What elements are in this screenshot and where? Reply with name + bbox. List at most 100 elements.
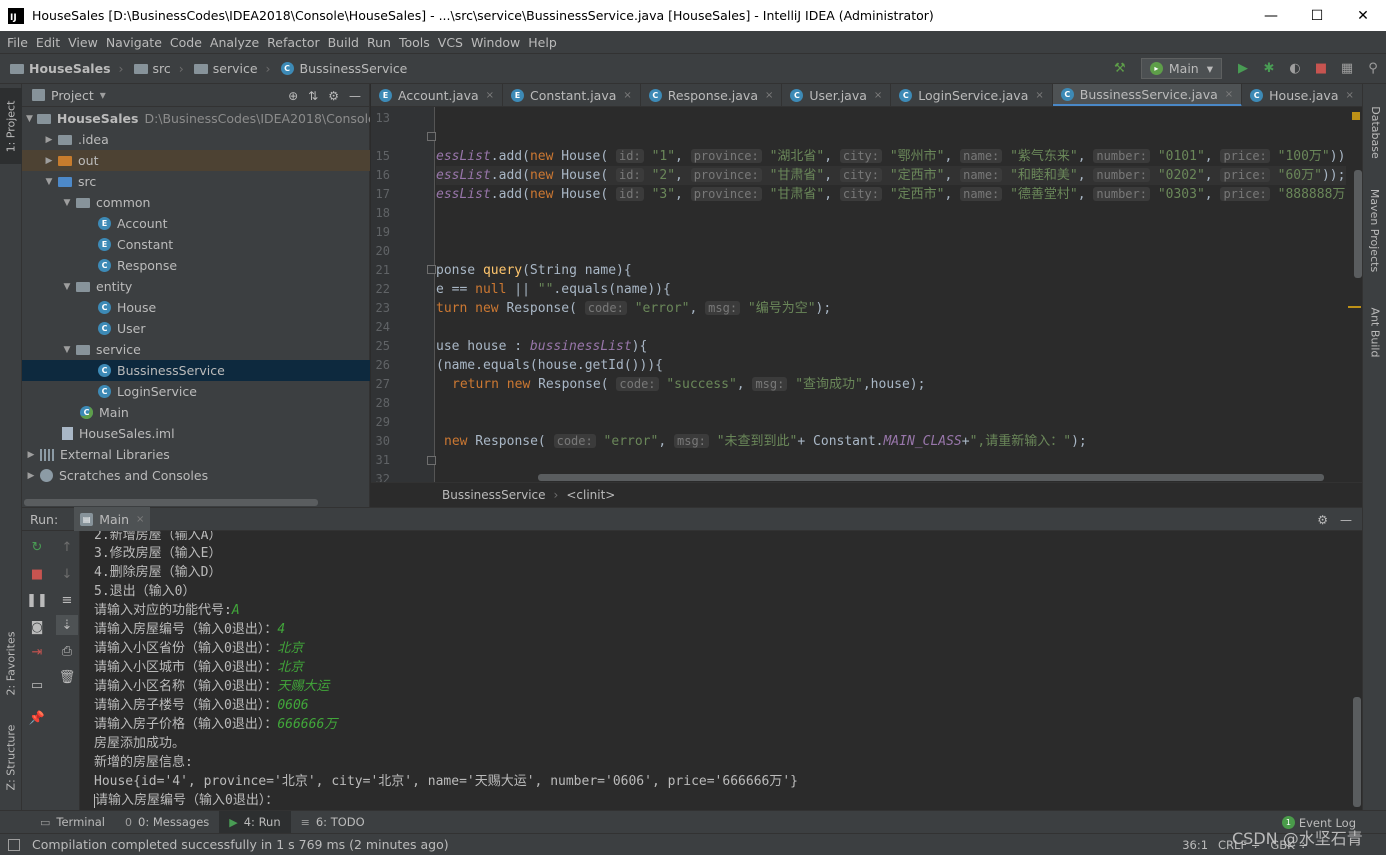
collapse-all-icon[interactable]: ⇅ bbox=[308, 89, 318, 103]
warning-stripe-marker[interactable] bbox=[1348, 306, 1361, 308]
expand-arrow-icon[interactable]: ▶ bbox=[44, 135, 54, 145]
project-tool-tab[interactable]: 1: Project bbox=[0, 88, 22, 164]
tree-item-house[interactable]: C House bbox=[22, 297, 370, 318]
tab-messages[interactable]: 0 0: Messages bbox=[115, 811, 219, 834]
tab-user-java[interactable]: C User.java × bbox=[782, 84, 892, 106]
tab-run[interactable]: ▶ 4: Run bbox=[219, 810, 291, 834]
build-hammer-icon[interactable]: ⚒ bbox=[1109, 58, 1131, 80]
tree-item-bussinessservice[interactable]: C BussinessService bbox=[22, 360, 370, 381]
coverage-icon[interactable]: ◐ bbox=[1284, 58, 1306, 80]
tree-item-service[interactable]: ▼ service bbox=[22, 339, 370, 360]
minimize-button[interactable]: — bbox=[1248, 0, 1294, 31]
run-icon[interactable]: ▶ bbox=[1232, 58, 1254, 80]
exit-icon[interactable]: ⇥ bbox=[26, 642, 48, 662]
menu-edit[interactable]: Edit bbox=[32, 35, 64, 50]
menu-help[interactable]: Help bbox=[524, 35, 561, 50]
run-configuration-select[interactable]: ▸ Main ▾ bbox=[1140, 58, 1222, 79]
gear-icon[interactable]: ⚙ bbox=[1317, 513, 1328, 527]
project-panel-title[interactable]: Project bbox=[51, 88, 94, 103]
pause-icon[interactable]: ❚❚ bbox=[26, 590, 48, 610]
fold-marker-icon[interactable] bbox=[427, 132, 436, 141]
caret-position[interactable]: 36:1 bbox=[1182, 838, 1208, 852]
tree-item-housesales-iml[interactable]: HouseSales.iml bbox=[22, 423, 370, 444]
menu-code[interactable]: Code bbox=[166, 35, 206, 50]
hide-icon[interactable]: — bbox=[1340, 513, 1352, 527]
tree-item-external-libraries[interactable]: ▶ External Libraries bbox=[22, 444, 370, 465]
tab-response-java[interactable]: C Response.java × bbox=[641, 84, 783, 106]
tree-item-housesales[interactable]: ▼ HouseSales D:\BusinessCodes\IDEA2018\C… bbox=[22, 108, 370, 129]
menu-file[interactable]: File bbox=[3, 35, 32, 50]
console-vertical-scrollbar[interactable] bbox=[1353, 697, 1361, 807]
tab-bussinessservice-java[interactable]: C BussinessService.java × bbox=[1052, 84, 1243, 106]
up-arrow-icon[interactable]: ↑ bbox=[56, 537, 78, 557]
close-icon[interactable]: × bbox=[765, 90, 773, 101]
tab-account-java[interactable]: E Account.java × bbox=[371, 84, 504, 106]
expand-arrow-icon[interactable]: ▼ bbox=[62, 282, 72, 292]
tree-item-entity[interactable]: ▼ entity bbox=[22, 276, 370, 297]
editor-horizontal-scrollbar[interactable] bbox=[538, 474, 1324, 481]
run-tab-main[interactable]: ▤ Main × bbox=[74, 507, 151, 531]
menu-vcs[interactable]: VCS bbox=[434, 35, 467, 50]
breadcrumb-project[interactable]: HouseSales › bbox=[0, 61, 124, 76]
menu-build[interactable]: Build bbox=[324, 35, 363, 50]
console-output[interactable]: 2.新增房屋（输入A） 3.修改房屋（输入E） 4.删除房屋（输入D） 5.退出… bbox=[81, 531, 1362, 810]
menu-tools[interactable]: Tools bbox=[395, 35, 434, 50]
expand-arrow-icon[interactable]: ▶ bbox=[44, 156, 54, 166]
breadcrumb-src[interactable]: src › bbox=[124, 61, 184, 76]
expand-arrow-icon[interactable]: ▼ bbox=[26, 114, 33, 124]
tree-item-account[interactable]: E Account bbox=[22, 213, 370, 234]
code-editor[interactable]: essList.add(new House( id: "1", province… bbox=[436, 107, 1346, 482]
tree-item-main[interactable]: C Main bbox=[22, 402, 370, 423]
tree-item-constant[interactable]: E Constant bbox=[22, 234, 370, 255]
menu-analyze[interactable]: Analyze bbox=[206, 35, 263, 50]
hide-icon[interactable]: — bbox=[349, 89, 361, 103]
expand-arrow-icon[interactable]: ▼ bbox=[44, 177, 54, 187]
ant-build-tool-tab[interactable]: Ant Build bbox=[1363, 292, 1386, 372]
favorites-tool-tab[interactable]: 2: Favorites bbox=[0, 618, 22, 708]
fold-marker-icon[interactable] bbox=[427, 456, 436, 465]
layout-icon[interactable]: ▭ bbox=[26, 675, 48, 695]
close-icon[interactable]: × bbox=[1346, 90, 1354, 101]
tree-item-out[interactable]: ▶ out bbox=[22, 150, 370, 171]
close-icon[interactable]: × bbox=[1035, 90, 1043, 101]
toggle-tool-windows-icon[interactable] bbox=[8, 839, 20, 851]
chevron-down-icon[interactable]: ▾ bbox=[100, 88, 106, 102]
search-icon[interactable]: ⚲ bbox=[1362, 58, 1384, 80]
close-button[interactable]: ✕ bbox=[1340, 0, 1386, 31]
pin-icon[interactable]: 📌 bbox=[26, 708, 48, 728]
stop-icon[interactable]: ■ bbox=[26, 564, 48, 584]
project-structure-icon[interactable]: ▦ bbox=[1336, 58, 1358, 80]
tab-loginservice-java[interactable]: C LoginService.java × bbox=[891, 84, 1053, 106]
inspection-status-icon[interactable] bbox=[1352, 112, 1360, 120]
tree-item-src[interactable]: ▼ src bbox=[22, 171, 370, 192]
close-icon[interactable]: × bbox=[874, 90, 882, 101]
tab-constant-java[interactable]: E Constant.java × bbox=[503, 84, 641, 106]
tree-item-user[interactable]: C User bbox=[22, 318, 370, 339]
database-tool-tab[interactable]: Database bbox=[1363, 92, 1386, 172]
menu-view[interactable]: View bbox=[64, 35, 102, 50]
scroll-to-end-icon[interactable]: ⇣ bbox=[56, 615, 78, 635]
breadcrumb-member[interactable]: <clinit> bbox=[566, 488, 615, 502]
tab-todo[interactable]: ≡ 6: TODO bbox=[291, 811, 375, 834]
fold-marker-icon[interactable] bbox=[427, 265, 436, 274]
debug-icon[interactable]: ✱ bbox=[1258, 58, 1280, 80]
tree-item-loginservice[interactable]: C LoginService bbox=[22, 381, 370, 402]
menu-run[interactable]: Run bbox=[363, 35, 395, 50]
tree-item-response[interactable]: C Response bbox=[22, 255, 370, 276]
horizontal-scrollbar[interactable] bbox=[24, 499, 318, 506]
structure-tool-tab[interactable]: Z: Structure bbox=[0, 712, 22, 802]
close-icon[interactable]: × bbox=[623, 90, 631, 101]
locate-icon[interactable]: ⊕ bbox=[288, 89, 298, 103]
editor-vertical-scrollbar[interactable] bbox=[1354, 170, 1362, 278]
tree-item-idea[interactable]: ▶ .idea bbox=[22, 129, 370, 150]
maven-tool-tab[interactable]: Maven Projects bbox=[1363, 180, 1386, 280]
menu-window[interactable]: Window bbox=[467, 35, 524, 50]
gear-icon[interactable]: ⚙ bbox=[328, 89, 339, 103]
tree-item-common[interactable]: ▼ common bbox=[22, 192, 370, 213]
maximize-button[interactable]: ☐ bbox=[1294, 0, 1340, 31]
down-arrow-icon[interactable]: ↓ bbox=[56, 564, 78, 584]
expand-arrow-icon[interactable]: ▶ bbox=[26, 471, 36, 481]
menu-refactor[interactable]: Refactor bbox=[263, 35, 323, 50]
breadcrumb-service[interactable]: service › bbox=[184, 61, 271, 76]
status-message[interactable]: Compilation completed successfully in 1 … bbox=[32, 837, 449, 852]
